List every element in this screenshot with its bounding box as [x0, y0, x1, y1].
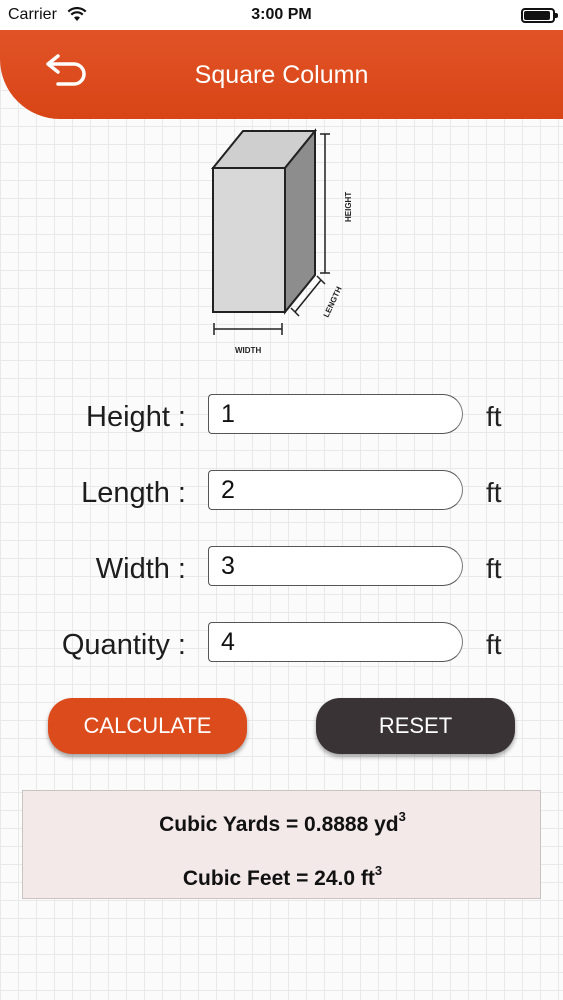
width-label-text: Width : — [95, 553, 186, 585]
reset-button[interactable]: RESET — [316, 698, 515, 754]
column-front-face — [212, 167, 286, 313]
cubic-feet-exponent: 3 — [374, 863, 383, 878]
column-diagram: HEIGHT LENGTH WIDTH — [210, 128, 353, 355]
quantity-label-text: Quantity : — [61, 629, 186, 661]
height-input[interactable] — [208, 394, 463, 434]
length-label-text: Length : — [81, 477, 186, 509]
results-panel: Cubic Yards = 0.8888 yd3 Cubic Feet = 24… — [22, 790, 541, 899]
length-input[interactable] — [208, 470, 463, 510]
width-input[interactable] — [208, 546, 463, 586]
height-unit: ft — [486, 401, 502, 432]
calculate-button[interactable]: CALCULATE — [48, 698, 247, 754]
height-label-text: Height : — [86, 401, 186, 433]
status-time: 3:00 PM — [251, 6, 312, 23]
length-label: LENGTH — [322, 285, 344, 319]
width-unit: ft — [486, 553, 502, 584]
status-bar: Carrier 3:00 PM — [0, 0, 563, 30]
header-bar: Square Column — [0, 30, 563, 119]
cubic-yards-text: Cubic Yards = 0.8888 yd — [159, 813, 399, 836]
width-row: Width : ft — [0, 546, 563, 594]
length-unit: ft — [486, 477, 502, 508]
quantity-unit: ft — [486, 629, 502, 660]
length-row: Length : ft — [0, 470, 563, 518]
width-label: WIDTH — [235, 346, 261, 355]
quantity-input[interactable] — [208, 622, 463, 662]
height-label: HEIGHT — [344, 192, 353, 222]
cubic-feet-text: Cubic Feet = 24.0 ft — [182, 867, 375, 890]
height-row: Height : ft — [0, 394, 563, 442]
battery-icon — [521, 8, 558, 23]
page-title: Square Column — [194, 61, 369, 89]
cubic-yards-result: Cubic Yards = 0.8888 yd3 — [23, 809, 542, 837]
cubic-yards-exponent: 3 — [398, 809, 406, 824]
cubic-feet-result: Cubic Feet = 24.0 ft3 — [23, 863, 542, 891]
quantity-row: Quantity : ft — [0, 622, 563, 670]
